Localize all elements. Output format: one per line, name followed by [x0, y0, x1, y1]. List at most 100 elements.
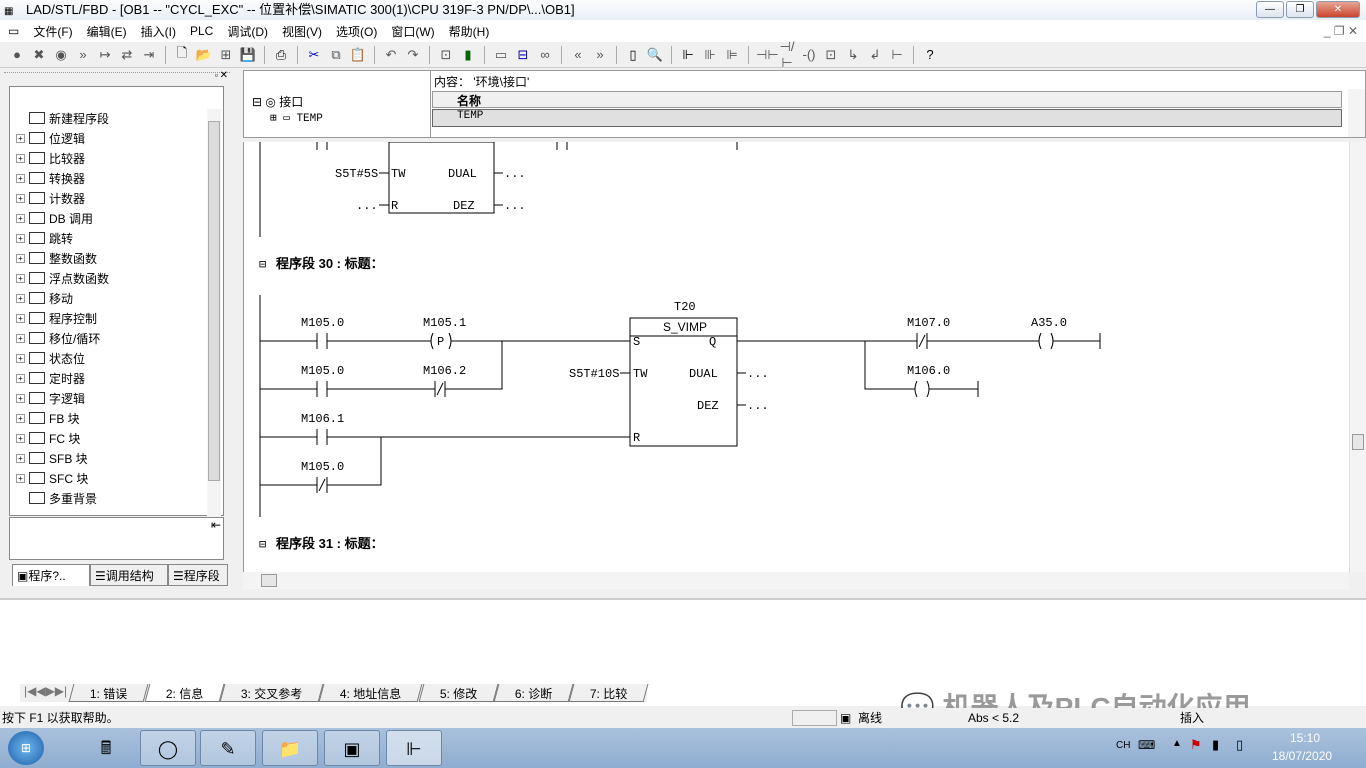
tree-item[interactable]: + FB 块 [10, 408, 223, 428]
menu-plc[interactable]: PLC [190, 24, 213, 38]
copy-icon[interactable]: ⧉ [327, 47, 345, 63]
coil-label[interactable]: M106.0 [907, 364, 950, 378]
help-icon[interactable]: ? [921, 47, 939, 62]
network-30-collapse[interactable]: ⊟ [259, 258, 266, 272]
close-branch-icon[interactable]: ↲ [866, 47, 884, 63]
new-icon[interactable]: 🗋 [173, 44, 191, 66]
expand-icon[interactable]: + [16, 413, 25, 423]
disconnect-icon[interactable]: ✖ [30, 47, 48, 63]
ladder-horizontal-scrollbar[interactable] [243, 572, 1349, 589]
tree-item[interactable]: + 转换器 [10, 168, 223, 188]
panel-float-icon[interactable]: ▫ [215, 70, 218, 80]
tree-item[interactable]: + 位逻辑 [10, 128, 223, 148]
simatic-manager-icon[interactable]: ✎ [200, 730, 256, 766]
tree-item[interactable]: + SFC 块 [10, 468, 223, 488]
powerpoint-icon[interactable]: ▣ [324, 730, 380, 766]
prev-tw-value[interactable]: S5T#5S [335, 167, 378, 181]
expand-icon[interactable]: + [16, 473, 25, 483]
power-icon[interactable]: ▯ [1236, 737, 1243, 753]
prev-network-icon[interactable]: « [569, 47, 587, 62]
module-icon[interactable]: ⊡ [437, 47, 455, 63]
expand-icon[interactable]: + [16, 213, 25, 223]
expand-icon[interactable]: + [16, 313, 25, 323]
contact-label[interactable]: M105.1 [423, 316, 466, 330]
branch-open-icon[interactable]: ⊪ [701, 47, 719, 63]
panel-close-icon[interactable]: ✕ [220, 70, 228, 81]
clock-date[interactable]: 18/07/2020 [1272, 749, 1332, 763]
action-center-icon[interactable]: ⚑ [1190, 737, 1202, 753]
menu-view[interactable]: 视图(V) [282, 23, 322, 40]
upload-icon[interactable]: ⇥ [140, 47, 158, 63]
minimize-button[interactable]: — [1256, 1, 1284, 18]
open-branch-icon[interactable]: ↳ [844, 47, 862, 63]
coil-label[interactable]: A35.0 [1031, 316, 1067, 330]
tree-item[interactable]: + 定时器 [10, 368, 223, 388]
network-31-collapse[interactable]: ⊟ [259, 538, 266, 552]
show-hidden-icons[interactable]: ▲ [1172, 738, 1182, 749]
cut-icon[interactable]: ✂ [305, 47, 323, 63]
expand-icon[interactable]: + [16, 133, 25, 143]
timer-address[interactable]: T20 [674, 300, 696, 314]
menu-file[interactable]: 文件(F) [33, 23, 72, 40]
tab-cross-ref[interactable]: 3: 交叉参考 [219, 684, 324, 702]
tab-program-elements[interactable]: ▣程序?.. [12, 564, 90, 586]
tree-item[interactable]: 新建程序段 [10, 108, 223, 128]
tree-item[interactable]: + 程序控制 [10, 308, 223, 328]
prev-dual-value[interactable]: ... [504, 167, 526, 181]
step-icon[interactable]: » [74, 47, 92, 62]
network-30-title[interactable]: 程序段 30 : 标题： [276, 256, 384, 271]
prev-r-value[interactable]: ... [356, 199, 378, 213]
expand-icon[interactable]: + [16, 253, 25, 263]
expand-icon[interactable]: + [16, 433, 25, 443]
branch-close-icon[interactable]: ⊫ [723, 47, 741, 63]
tree-item[interactable]: + 字逻辑 [10, 388, 223, 408]
expand-icon[interactable]: + [16, 333, 25, 343]
keyboard-icon[interactable]: ⌨ [1138, 738, 1155, 752]
diagnose-icon[interactable]: ▮ [459, 47, 477, 63]
restore-button[interactable]: ❐ [1286, 1, 1314, 18]
expand-icon[interactable]: + [16, 393, 25, 403]
contact-label[interactable]: M106.1 [301, 412, 344, 426]
tree-item[interactable]: + 移动 [10, 288, 223, 308]
tab-call-structure[interactable]: ☰调用结构 [90, 564, 168, 586]
tree-item[interactable]: + DB 调用 [10, 208, 223, 228]
monitor-icon[interactable]: ◉ [52, 47, 70, 63]
tab-nav-arrows[interactable]: |◀◀▶▶| [20, 684, 71, 702]
tab-errors[interactable]: 1: 错误 [68, 684, 149, 702]
tree-item[interactable]: + SFB 块 [10, 448, 223, 468]
menu-window[interactable]: 窗口(W) [391, 23, 434, 40]
network-icon[interactable]: ▮ [1212, 737, 1219, 753]
network-icon[interactable]: ⊟ [514, 47, 532, 63]
interface-temp-node[interactable]: ⊞ ▭ TEMP [270, 111, 323, 125]
save-icon[interactable]: 💾 [239, 47, 257, 63]
expand-icon[interactable]: + [16, 273, 25, 283]
tab-compare[interactable]: 7: 比较 [568, 684, 649, 702]
overview-panel-icon[interactable]: ▯ [624, 47, 642, 63]
expand-icon[interactable]: + [16, 233, 25, 243]
tree-item[interactable]: + 整数函数 [10, 248, 223, 268]
lad-editor-icon[interactable]: ⊩ [386, 730, 442, 766]
contact-label[interactable]: M105.0 [301, 460, 344, 474]
tree-item[interactable]: + 计数器 [10, 188, 223, 208]
mdi-controls[interactable]: _ ❐ ✕ [1324, 24, 1358, 38]
menu-debug[interactable]: 调试(D) [227, 23, 268, 40]
accessible-nodes-icon[interactable]: ⊞ [217, 47, 235, 63]
info-toggle-icon[interactable]: ⇤ [211, 518, 221, 532]
network-31-title[interactable]: 程序段 31 : 标题： [276, 536, 384, 551]
contact-label[interactable]: M105.0 [301, 316, 344, 330]
new-network-icon[interactable]: ⊩ [679, 47, 697, 63]
menu-edit[interactable]: 编辑(E) [87, 23, 127, 40]
glasses-icon[interactable]: ∞ [536, 47, 554, 62]
contact-label[interactable]: M105.0 [301, 364, 344, 378]
tab-network[interactable]: ☰程序段 [168, 564, 228, 586]
tab-modify[interactable]: 5: 修改 [418, 684, 499, 702]
prev-dez-value[interactable]: ... [504, 199, 526, 213]
tree-item[interactable]: + FC 块 [10, 428, 223, 448]
calculator-icon[interactable]: 🖩 [78, 730, 134, 766]
tree-item[interactable]: + 比较器 [10, 148, 223, 168]
column-name[interactable]: 名称 [432, 91, 1342, 108]
start-button[interactable]: ⊞ [8, 731, 44, 765]
interface-root[interactable]: ⊟ ◎ 接口 [252, 93, 303, 110]
nc-contact-icon[interactable]: ⊣/⊢ [778, 39, 796, 71]
box-icon[interactable]: ⊡ [822, 47, 840, 63]
